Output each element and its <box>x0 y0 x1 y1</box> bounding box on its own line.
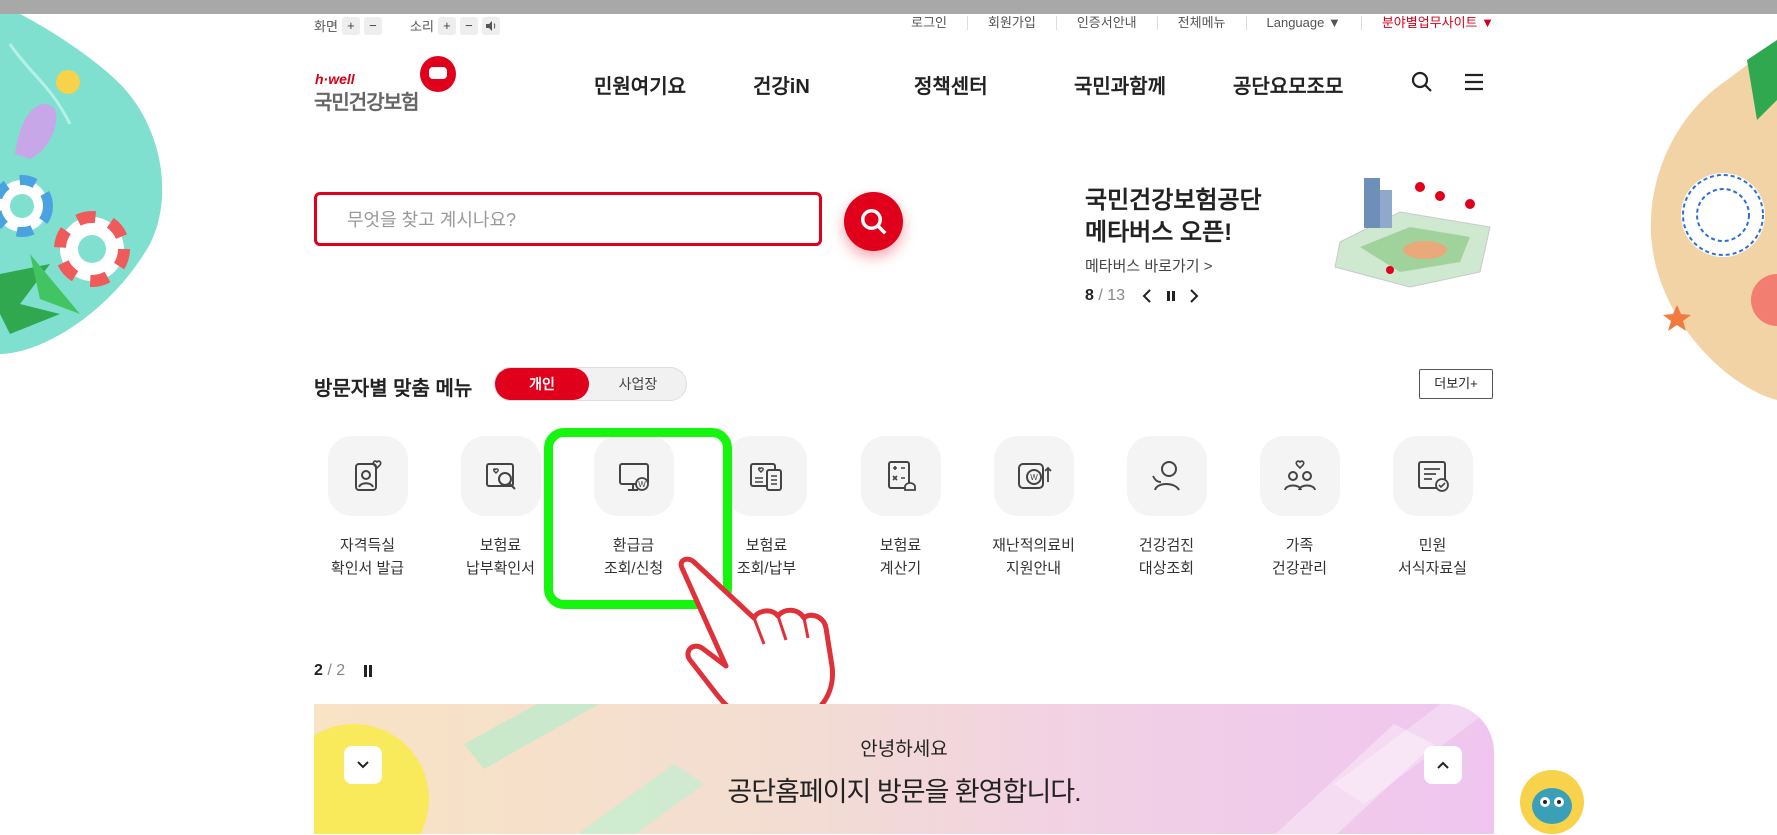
search-field-wrapper <box>314 192 822 246</box>
banner-pause-icon[interactable] <box>1165 290 1177 302</box>
metaverse-campus-image[interactable] <box>1330 172 1495 290</box>
search-button[interactable] <box>844 192 903 251</box>
visitor-menu-title: 방문자별 맞춤 메뉴 <box>314 378 473 400</box>
mascot-chatbot-icon[interactable] <box>1517 768 1587 834</box>
utility-links: 로그인 회원가입 인증서안내 전체메뉴 Language ▼ 분야별업무사이트 … <box>891 16 1494 30</box>
nav-health-in[interactable]: 건강iN <box>753 70 810 99</box>
summer-decoration-left <box>0 14 163 354</box>
menu-item-qualification-certificate[interactable]: 자격득실 확인서 발급 <box>301 436 434 580</box>
sound-label: 소리 <box>410 19 434 34</box>
menu-item-health-checkup-inquiry[interactable]: 건강검진 대상조회 <box>1100 436 1233 580</box>
menu-item-label: 가족 건강관리 <box>1271 537 1328 577</box>
menu-pause-icon[interactable] <box>362 664 374 678</box>
banner-total: / 13 <box>1098 287 1126 304</box>
nav-with-citizens[interactable]: 국민과함께 <box>1074 70 1166 99</box>
screen-label: 화면 <box>314 19 338 34</box>
search-button-icon <box>860 208 886 234</box>
pager-current: 2 <box>314 662 323 679</box>
volume-down-button[interactable]: − <box>459 16 478 35</box>
signup-link[interactable]: 회원가입 <box>967 16 1056 30</box>
banner-counter: 8 / 13 <box>1085 287 1125 305</box>
logo-mark-icon <box>420 56 456 92</box>
banner-title: 국민건강보험공단 메타버스 오픈! <box>1085 187 1262 246</box>
volume-up-button[interactable]: + <box>437 16 456 35</box>
language-dropdown[interactable]: Language ▼ <box>1245 16 1361 30</box>
welcome-message: 공단홈페이지 방문을 환영합니다. <box>727 777 1081 807</box>
login-link[interactable]: 로그인 <box>891 16 967 30</box>
all-menu-link[interactable]: 전체메뉴 <box>1156 16 1246 30</box>
field-sites-dropdown[interactable]: 분야별업무사이트 ▼ <box>1360 16 1494 30</box>
menu-item-label: 재난적의료비 지원안내 <box>992 537 1075 577</box>
money-support-icon: W <box>1017 463 1052 489</box>
pager-total: / 2 <box>327 662 346 679</box>
visitor-type-tabs: 개인 사업장 <box>494 367 687 401</box>
hamburger-menu-icon[interactable] <box>1462 70 1486 94</box>
logo-tagline: h·well <box>315 71 355 87</box>
utility-bar: 화면 + − 소리 + − 로그인 회원가입 인증서안내 전체메뉴 Langua… <box>314 14 1494 36</box>
logo-name: 국민건강보험 <box>314 92 419 114</box>
tab-individual[interactable]: 개인 <box>495 368 589 400</box>
menu-item-label: 자격득실 확인서 발급 <box>330 537 405 577</box>
summer-decoration-right <box>1650 40 1777 400</box>
welcome-greeting: 안녕하세요 <box>860 739 948 760</box>
person-search-icon <box>1151 461 1180 491</box>
welcome-banner: 안녕하세요 공단홈페이지 방문을 환영합니다. <box>314 704 1494 834</box>
nhis-logo[interactable]: h·well 국민건강보험 <box>314 56 464 114</box>
chevron-up-icon <box>1437 761 1449 769</box>
person-heart-icon <box>354 460 381 491</box>
menu-item-label: 보험료 계산기 <box>879 537 922 577</box>
document-search-icon <box>485 463 516 490</box>
chevron-down-icon <box>357 761 369 769</box>
form-check-icon <box>1417 461 1449 492</box>
menu-item-civil-forms[interactable]: 민원 서식자료실 <box>1366 436 1499 580</box>
window-top-strip <box>0 0 1777 14</box>
nav-civil-service[interactable]: 민원여기요 <box>594 70 686 99</box>
family-heart-icon <box>1283 460 1316 491</box>
metaverse-link[interactable]: 메타버스 바로가기 > <box>1085 255 1213 276</box>
menu-item-label: 민원 서식자료실 <box>1397 537 1467 577</box>
banner-prev-icon[interactable] <box>1141 289 1153 303</box>
more-button[interactable]: 더보기+ <box>1419 369 1493 399</box>
card-document-icon <box>749 463 782 491</box>
tab-business[interactable]: 사업장 <box>591 368 685 400</box>
screen-zoom-control: 화면 + − <box>314 16 382 35</box>
welcome-background-shapes <box>314 704 1484 834</box>
calculator-hand-icon <box>887 461 916 491</box>
banner-current: 8 <box>1085 287 1094 304</box>
menu-item-family-health[interactable]: 가족 건강관리 <box>1233 436 1366 580</box>
menu-item-premium-calculator[interactable]: 보험료 계산기 <box>834 436 967 580</box>
speaker-icon[interactable] <box>481 16 500 35</box>
svg-text:W: W <box>1030 473 1038 482</box>
certificate-guide-link[interactable]: 인증서안내 <box>1055 16 1157 30</box>
menu-item-label: 건강검진 대상조회 <box>1138 537 1195 577</box>
zoom-in-button[interactable]: + <box>341 16 360 35</box>
menu-item-catastrophic-medical-support[interactable]: W 재난적의료비 지원안내 <box>967 436 1100 580</box>
nav-corporation-info[interactable]: 공단요모조모 <box>1233 70 1343 99</box>
search-icon[interactable] <box>1410 70 1434 94</box>
search-input[interactable] <box>345 195 809 245</box>
sound-control: 소리 + − <box>410 16 500 35</box>
zoom-out-button[interactable]: − <box>363 16 382 35</box>
nav-policy-center[interactable]: 정책센터 <box>914 70 988 99</box>
menu-pager: 2 / 2 <box>314 662 345 680</box>
banner-next-icon[interactable] <box>1188 289 1200 303</box>
pointing-hand-icon <box>678 556 835 728</box>
